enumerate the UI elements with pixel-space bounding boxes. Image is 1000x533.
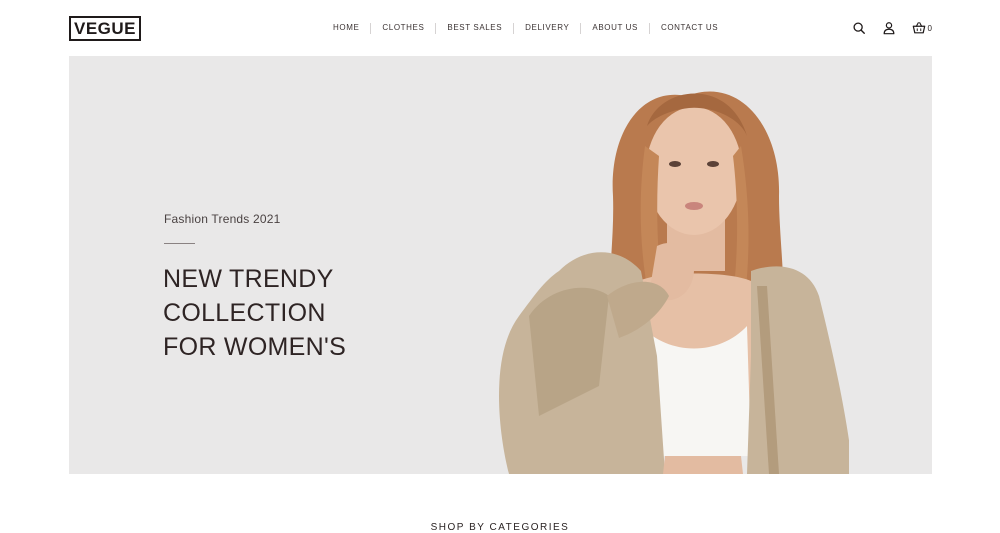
user-icon[interactable] [882,21,896,35]
hero-divider [164,243,195,244]
site-header: VEGUE HOME CLOTHES BEST SALES DELIVERY A… [0,0,1000,56]
section-heading-categories: SHOP BY CATEGORIES [430,522,570,533]
basket-icon [912,22,925,34]
header-actions: 0 [852,19,932,37]
logo[interactable]: VEGUE [69,16,141,41]
cart-count-badge: 0 [927,23,932,33]
hero-title-line-2: FOR WOMEN'S [163,333,347,361]
search-icon[interactable] [852,21,866,35]
nav-item-contact-us[interactable]: CONTACT US [650,20,729,36]
hero-model-image [499,91,849,474]
hero-banner: Fashion Trends 2021 NEW TRENDY COLLECTIO… [69,56,932,474]
hero-title-line-1: NEW TRENDY COLLECTION [163,265,334,327]
hero-subtitle: Fashion Trends 2021 [164,212,281,226]
nav-item-best-sales[interactable]: BEST SALES [436,20,513,36]
nav-item-about-us[interactable]: ABOUT US [581,20,649,36]
nav-item-clothes[interactable]: CLOTHES [371,20,435,36]
nav-item-delivery[interactable]: DELIVERY [514,20,580,36]
cart-button[interactable]: 0 [912,21,932,35]
nav-item-home[interactable]: HOME [322,20,370,36]
hero-title: NEW TRENDY COLLECTION FOR WOMEN'S [163,262,503,364]
main-nav: HOME CLOTHES BEST SALES DELIVERY ABOUT U… [322,20,729,36]
